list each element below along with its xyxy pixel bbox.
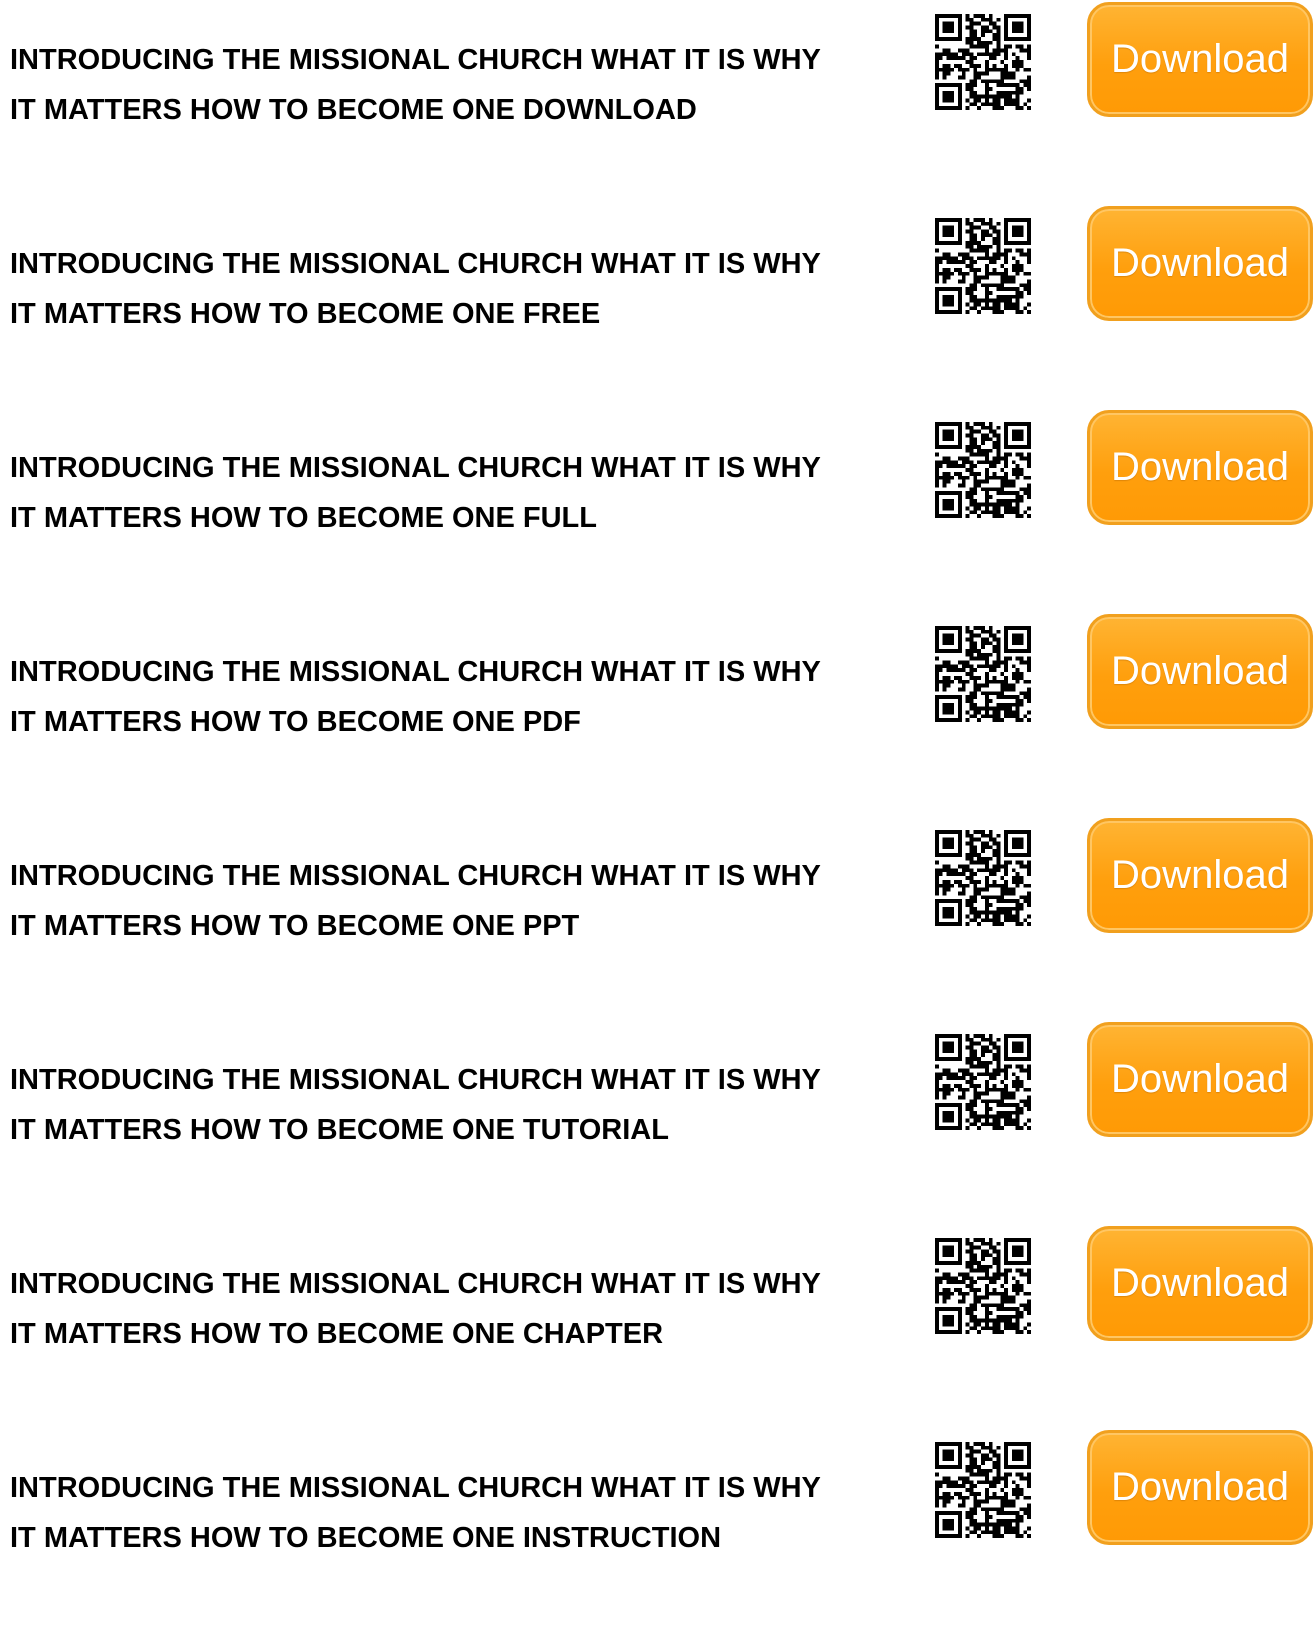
- item-title-line-1: INTRODUCING THE MISSIONAL CHURCH WHAT IT…: [10, 1472, 821, 1504]
- qr-code-icon[interactable]: [935, 626, 1031, 722]
- download-button[interactable]: Download: [1087, 206, 1313, 321]
- download-button[interactable]: Download: [1087, 1022, 1313, 1137]
- qr-code-icon[interactable]: [935, 14, 1031, 110]
- qr-code-icon[interactable]: [935, 830, 1031, 926]
- qr-code-graphic: [935, 422, 1031, 518]
- item-title-line-2: IT MATTERS HOW TO BECOME ONE DOWNLOAD: [10, 94, 697, 126]
- item-title: INTRODUCING THE MISSIONAL CHURCH WHAT IT…: [10, 1463, 915, 1563]
- qr-code-icon[interactable]: [935, 1034, 1031, 1130]
- item-title: INTRODUCING THE MISSIONAL CHURCH WHAT IT…: [10, 851, 915, 951]
- item-title-line-1: INTRODUCING THE MISSIONAL CHURCH WHAT IT…: [10, 1268, 821, 1300]
- item-title: INTRODUCING THE MISSIONAL CHURCH WHAT IT…: [10, 443, 915, 543]
- list-item-8: INTRODUCING THE MISSIONAL CHURCH WHAT IT…: [0, 1428, 1315, 1632]
- list-item-3: INTRODUCING THE MISSIONAL CHURCH WHAT IT…: [0, 408, 1315, 612]
- item-title: INTRODUCING THE MISSIONAL CHURCH WHAT IT…: [10, 1259, 915, 1359]
- list-item-5: INTRODUCING THE MISSIONAL CHURCH WHAT IT…: [0, 816, 1315, 1020]
- item-title-line-2: IT MATTERS HOW TO BECOME ONE PPT: [10, 910, 580, 942]
- item-title-line-1: INTRODUCING THE MISSIONAL CHURCH WHAT IT…: [10, 452, 821, 484]
- qr-code-graphic: [935, 626, 1031, 722]
- qr-code-graphic: [935, 830, 1031, 926]
- list-item-2: INTRODUCING THE MISSIONAL CHURCH WHAT IT…: [0, 204, 1315, 408]
- qr-code-icon[interactable]: [935, 1442, 1031, 1538]
- download-button[interactable]: Download: [1087, 818, 1313, 933]
- list-item-1: INTRODUCING THE MISSIONAL CHURCH WHAT IT…: [0, 0, 1315, 204]
- list-item-6: INTRODUCING THE MISSIONAL CHURCH WHAT IT…: [0, 1020, 1315, 1224]
- qr-code-graphic: [935, 218, 1031, 314]
- qr-code-icon[interactable]: [935, 218, 1031, 314]
- item-title-line-2: IT MATTERS HOW TO BECOME ONE FREE: [10, 298, 601, 330]
- qr-code-graphic: [935, 1442, 1031, 1538]
- qr-code-graphic: [935, 1034, 1031, 1130]
- qr-code-graphic: [935, 14, 1031, 110]
- item-title: INTRODUCING THE MISSIONAL CHURCH WHAT IT…: [10, 1055, 915, 1155]
- item-title-line-1: INTRODUCING THE MISSIONAL CHURCH WHAT IT…: [10, 656, 821, 688]
- item-title-line-2: IT MATTERS HOW TO BECOME ONE FULL: [10, 502, 597, 534]
- download-button[interactable]: Download: [1087, 410, 1313, 525]
- download-button[interactable]: Download: [1087, 1226, 1313, 1341]
- list-item-4: INTRODUCING THE MISSIONAL CHURCH WHAT IT…: [0, 612, 1315, 816]
- item-title-line-1: INTRODUCING THE MISSIONAL CHURCH WHAT IT…: [10, 1064, 821, 1096]
- item-title-line-2: IT MATTERS HOW TO BECOME ONE TUTORIAL: [10, 1114, 669, 1146]
- item-title-line-2: IT MATTERS HOW TO BECOME ONE CHAPTER: [10, 1318, 664, 1350]
- item-title-line-2: IT MATTERS HOW TO BECOME ONE PDF: [10, 706, 581, 738]
- item-title-line-1: INTRODUCING THE MISSIONAL CHURCH WHAT IT…: [10, 44, 821, 76]
- download-button[interactable]: Download: [1087, 614, 1313, 729]
- item-title: INTRODUCING THE MISSIONAL CHURCH WHAT IT…: [10, 35, 915, 135]
- item-title-line-2: IT MATTERS HOW TO BECOME ONE INSTRUCTION: [10, 1522, 722, 1554]
- list-item-7: INTRODUCING THE MISSIONAL CHURCH WHAT IT…: [0, 1224, 1315, 1428]
- qr-code-graphic: [935, 1238, 1031, 1334]
- qr-code-icon[interactable]: [935, 422, 1031, 518]
- item-title: INTRODUCING THE MISSIONAL CHURCH WHAT IT…: [10, 239, 915, 339]
- download-button[interactable]: Download: [1087, 1430, 1313, 1545]
- item-title-line-1: INTRODUCING THE MISSIONAL CHURCH WHAT IT…: [10, 860, 821, 892]
- item-title-line-1: INTRODUCING THE MISSIONAL CHURCH WHAT IT…: [10, 248, 821, 280]
- download-button[interactable]: Download: [1087, 2, 1313, 117]
- item-title: INTRODUCING THE MISSIONAL CHURCH WHAT IT…: [10, 647, 915, 747]
- qr-code-icon[interactable]: [935, 1238, 1031, 1334]
